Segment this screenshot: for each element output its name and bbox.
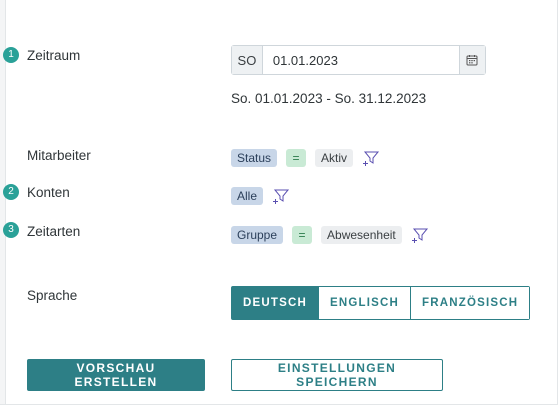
calendar-button[interactable] (458, 46, 485, 74)
step-badge-zeitarten: 3 (3, 222, 19, 238)
filter-operator-chip[interactable]: = (292, 226, 313, 244)
filter-value-chip[interactable]: Aktiv (315, 149, 354, 167)
filter-add-icon[interactable] (411, 226, 429, 244)
filter-zeitarten: Gruppe = Abwesenheit (231, 226, 429, 244)
filter-add-icon[interactable] (362, 149, 380, 167)
filter-operator-chip[interactable]: = (286, 149, 307, 167)
language-option-deutsch[interactable]: DEUTSCH (232, 287, 319, 319)
step-badge-konten: 2 (3, 184, 19, 200)
date-range-text: So. 01.01.2023 - So. 31.12.2023 (231, 91, 427, 106)
label-zeitarten: Zeitarten (27, 224, 81, 239)
calendar-icon (466, 55, 478, 66)
filter-add-icon[interactable] (272, 187, 290, 205)
filter-mitarbeiter: Status = Aktiv (231, 149, 380, 167)
language-selector: DEUTSCH ENGLISCH FRANZÖSISCH (231, 286, 531, 320)
language-option-englisch[interactable]: ENGLISCH (319, 287, 412, 319)
filter-field-chip[interactable]: Status (231, 149, 278, 167)
save-settings-button[interactable]: EINSTELLUNGEN SPEICHERN (231, 359, 443, 391)
language-option-franzoesisch[interactable]: FRANZÖSISCH (411, 287, 530, 319)
filter-field-chip[interactable]: Alle (231, 187, 264, 205)
date-weekday: SO (232, 46, 263, 74)
filter-konten: Alle (231, 187, 290, 205)
label-mitarbeiter: Mitarbeiter (27, 148, 91, 163)
label-zeitraum: Zeitraum (27, 48, 81, 63)
filter-value-chip[interactable]: Abwesenheit (321, 226, 402, 244)
label-sprache: Sprache (27, 288, 78, 303)
filter-field-chip[interactable]: Gruppe (231, 226, 284, 244)
step-badge-zeitraum: 1 (3, 47, 19, 63)
date-input[interactable] (262, 46, 459, 74)
label-konten: Konten (27, 185, 70, 200)
preview-button[interactable]: VORSCHAU ERSTELLEN (27, 359, 205, 391)
date-picker: SO (231, 45, 486, 75)
